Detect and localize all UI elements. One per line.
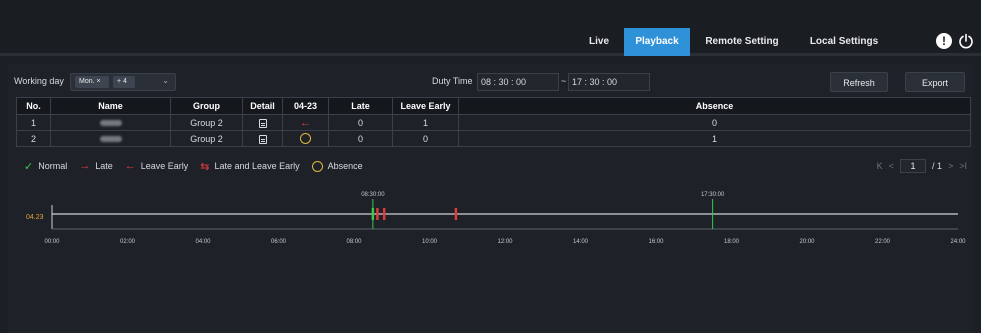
circle-icon (311, 160, 323, 172)
timeline-tick-label: 18:00 (724, 239, 740, 245)
column-header-detail: Detail (242, 97, 283, 115)
redacted-name (99, 135, 122, 142)
row-absence: 1 (458, 130, 971, 147)
attendance-table: No. Name Group Detail 04-23 Late Leave E… (16, 97, 971, 147)
row-detail[interactable] (242, 130, 283, 147)
working-day-select[interactable]: Mon. × + 4 ⌄ (70, 73, 176, 91)
duty-start-marker-label: 08:30:00 (361, 192, 385, 198)
timeline-event-late[interactable] (454, 208, 458, 220)
duty-time-label: Duty Time (432, 76, 473, 86)
row-detail[interactable] (242, 114, 283, 131)
duty-start-time-input[interactable]: 08 : 30 : 00 (477, 73, 559, 91)
page-total: / 1 (931, 161, 942, 171)
timeline-row-label: 04.23 (26, 214, 44, 221)
leave-early-icon: ← (300, 116, 311, 129)
duty-end-marker-label: 17:30:00 (701, 192, 725, 198)
row-late: 0 (328, 114, 393, 131)
check-icon: ✓ (24, 160, 34, 173)
timeline-tick-label: 22:00 (875, 239, 891, 245)
timeline-tick-label: 02:00 (120, 239, 136, 245)
status-legend: ✓ Normal → Late ← Leave Early ⇆ Late and Lea… (16, 155, 971, 177)
legend-leave-early: ← Leave Early (124, 160, 189, 172)
row-name (50, 114, 171, 131)
prev-page-icon[interactable]: < (889, 161, 894, 171)
timeline-event-late[interactable] (376, 208, 379, 220)
legend-absence: Absence (311, 160, 363, 172)
timeline-event-late[interactable] (383, 208, 386, 220)
column-header-leave-early: Leave Early (392, 97, 459, 115)
working-day-label: Working day (14, 76, 64, 86)
tab-playback[interactable]: Playback (624, 28, 690, 56)
timeline-tick-label: 00:00 (44, 239, 60, 245)
page-number-input[interactable]: 1 (899, 159, 926, 173)
remove-tag-icon[interactable]: × (97, 78, 101, 85)
table-row[interactable]: 1 Group 2 ← 0 1 0 (16, 114, 971, 131)
column-header-absence: Absence (458, 97, 971, 115)
row-number: 2 (16, 130, 51, 147)
arrow-right-icon: → (79, 160, 91, 172)
timeline-tick-label: 06:00 (271, 239, 287, 245)
timeline-tick-label: 12:00 (497, 239, 513, 245)
first-page-icon[interactable]: K (877, 161, 883, 171)
tab-live[interactable]: Live (580, 28, 618, 56)
power-icon[interactable] (958, 33, 974, 49)
column-header-late: Late (328, 97, 393, 115)
table-row[interactable]: 2 Group 2 0 0 1 (16, 130, 971, 147)
day-tag-mon[interactable]: Mon. × (75, 76, 109, 88)
filter-bar: Working day Mon. × + 4 ⌄ Duty Time 08 : … (8, 71, 973, 93)
next-page-icon[interactable]: > (948, 161, 953, 171)
row-group: Group 2 (170, 130, 243, 147)
document-icon[interactable] (258, 118, 267, 128)
column-header-date: 04-23 (282, 97, 329, 115)
refresh-button[interactable]: Refresh (830, 72, 888, 92)
pagination: K < 1 / 1 > >I (877, 159, 967, 173)
time-separator: ~ (561, 76, 567, 86)
tab-remote-setting[interactable]: Remote Setting (694, 28, 790, 56)
timeline-tick-label: 08:00 (346, 239, 362, 245)
top-bar: Live Playback Remote Setting Local Setti… (0, 0, 981, 56)
row-number: 1 (16, 114, 51, 131)
alert-icon[interactable]: ! (936, 33, 952, 49)
tab-local-settings[interactable]: Local Settings (794, 28, 894, 56)
row-group: Group 2 (170, 114, 243, 131)
timeline-tick-label: 16:00 (648, 239, 664, 245)
timeline-tick-label: 10:00 (422, 239, 438, 245)
arrow-left-icon: ← (124, 160, 136, 172)
table-header-row: No. Name Group Detail 04-23 Late Leave E… (16, 97, 971, 115)
absence-circle-icon (300, 133, 311, 145)
export-button[interactable]: Export (905, 72, 965, 92)
main-nav: Live Playback Remote Setting Local Setti… (580, 28, 894, 56)
legend-late-and-leave: ⇆ Late and Leave Early (200, 160, 300, 173)
last-page-icon[interactable]: >I (959, 161, 967, 171)
column-header-group: Group (170, 97, 243, 115)
swap-arrows-icon: ⇆ (200, 160, 210, 173)
legend-late: → Late (79, 160, 113, 172)
row-day-status (282, 130, 329, 147)
redacted-name (99, 119, 122, 126)
timeline-event-normal[interactable] (371, 208, 375, 220)
more-days-tag: + 4 (113, 76, 135, 88)
chevron-down-icon[interactable]: ⌄ (162, 76, 169, 85)
row-leave-early: 0 (392, 130, 459, 147)
duty-end-time-input[interactable]: 17 : 30 : 00 (568, 73, 650, 91)
row-name (50, 130, 171, 147)
timeline-tick-label: 20:00 (799, 239, 815, 245)
row-leave-early: 1 (392, 114, 459, 131)
row-absence: 0 (458, 114, 971, 131)
column-header-no: No. (16, 97, 51, 115)
row-day-status: ← (282, 114, 329, 131)
timeline-tick-label: 14:00 (573, 239, 589, 245)
column-header-name: Name (50, 97, 171, 115)
timeline-tick-label: 24:00 (950, 239, 966, 245)
attendance-panel: Working day Mon. × + 4 ⌄ Duty Time 08 : … (8, 63, 973, 333)
timeline-tick-label: 04:00 (195, 239, 211, 245)
legend-normal: ✓ Normal (24, 160, 68, 173)
row-late: 0 (328, 130, 393, 147)
attendance-timeline[interactable]: 04.23 08:30:00 17:30:00 00:00 02:00 04:00 06… (8, 185, 973, 255)
document-icon[interactable] (258, 134, 267, 144)
